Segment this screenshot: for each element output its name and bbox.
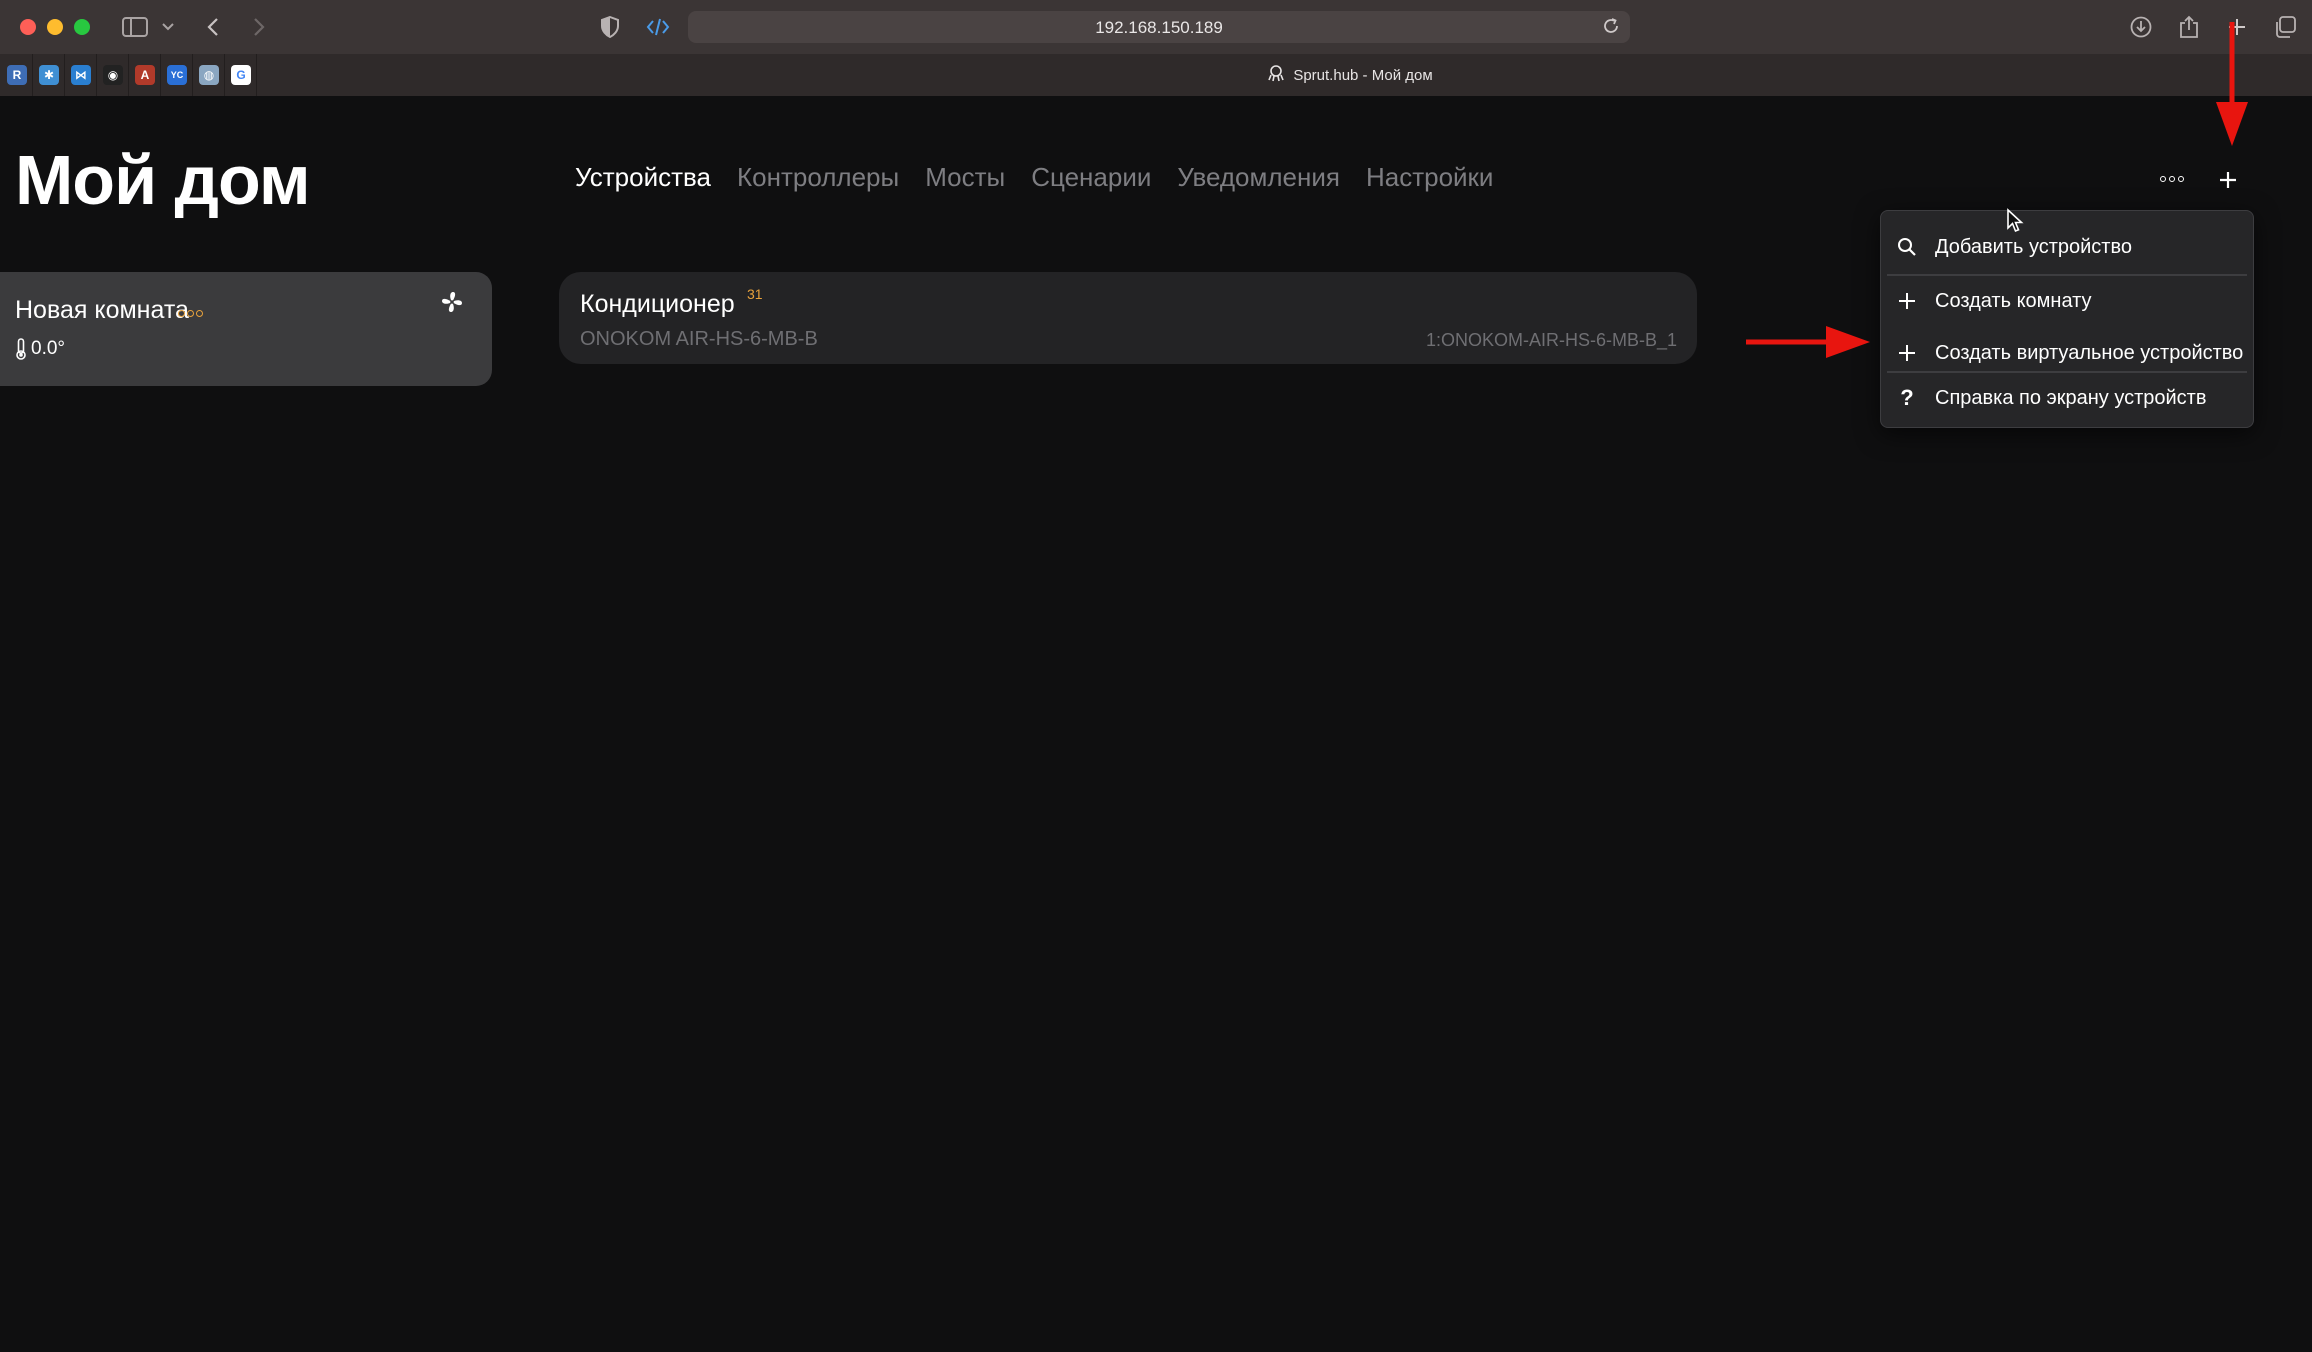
room-temperature: 0.0° <box>15 338 65 360</box>
back-icon[interactable] <box>200 12 226 42</box>
device-model: ONOKOM AIR-HS-6-MB-B <box>580 328 818 350</box>
developer-code-icon[interactable] <box>644 12 672 42</box>
main-nav: Устройства Контроллеры Мосты Сценарии Ув… <box>575 162 1493 193</box>
page-title: Мой дом <box>15 141 311 219</box>
tab-overview-icon[interactable] <box>2272 12 2298 42</box>
pinned-tab[interactable]: ✱ <box>34 54 65 96</box>
device-badge: 31 <box>747 286 763 302</box>
room-name: Новая комната <box>15 296 189 324</box>
globe-app-icon: ◍ <box>199 65 219 85</box>
github-icon: ◉ <box>103 65 123 85</box>
sidebar-toggle-icon[interactable] <box>120 12 150 42</box>
plus-icon <box>1897 292 1917 310</box>
device-id: 1:ONOKOM-AIR-HS-6-MB-B_1 <box>1425 330 1677 350</box>
forward-icon[interactable] <box>246 12 272 42</box>
tab-notifications[interactable]: Уведомления <box>1177 162 1340 193</box>
menu-item-add-device[interactable]: Добавить устройство <box>1881 222 2253 272</box>
add-dropdown-menu: Добавить устройство Создать комнату Созд… <box>1880 210 2254 428</box>
downloads-icon[interactable] <box>2128 12 2154 42</box>
device-card[interactable]: Кондиционер 31 ONOKOM AIR-HS-6-MB-B 1:ON… <box>559 272 1697 364</box>
active-tab-title: Sprut.hub - Мой дом <box>1293 66 1433 84</box>
zoom-window-button[interactable] <box>74 19 90 35</box>
menu-item-help[interactable]: ? Справка по экрану устройств <box>1881 373 2253 423</box>
chevron-down-icon[interactable] <box>158 12 178 42</box>
thermometer-icon <box>16 338 26 360</box>
url-text: 192.168.150.189 <box>1095 18 1223 37</box>
plus-icon <box>1897 344 1917 362</box>
annotation-arrow-down-icon <box>2212 22 2252 155</box>
search-icon <box>1897 237 1917 257</box>
more-dot <box>2169 176 2175 182</box>
room-options-icon[interactable] <box>178 310 203 317</box>
pinned-tab[interactable]: ⋈ <box>66 54 97 96</box>
more-options-button[interactable] <box>2154 166 2190 192</box>
active-tab[interactable]: Sprut.hub - Мой дом <box>1260 54 1440 96</box>
tab-bridges[interactable]: Мосты <box>925 162 1005 193</box>
privacy-shield-icon[interactable] <box>598 12 622 42</box>
mouse-cursor-icon <box>2006 208 2024 239</box>
pinned-tab[interactable]: G <box>226 54 257 96</box>
reload-icon[interactable] <box>1602 17 1620 40</box>
menu-item-create-room[interactable]: Создать комнату <box>1881 276 2253 326</box>
tab-controllers[interactable]: Контроллеры <box>737 162 899 193</box>
browser-toolbar: 192.168.150.189 <box>0 0 2312 54</box>
more-dot <box>2178 176 2184 182</box>
room-temperature-value: 0.0° <box>31 338 66 359</box>
google-icon: G <box>231 65 251 85</box>
share-icon[interactable] <box>2176 12 2202 42</box>
address-bar[interactable]: 192.168.150.189 <box>688 11 1630 43</box>
snowflake-app-icon: ✱ <box>39 65 59 85</box>
minimize-window-button[interactable] <box>47 19 63 35</box>
add-button[interactable] <box>2208 160 2248 200</box>
pinned-tab[interactable]: YC <box>162 54 193 96</box>
octopus-favicon-icon <box>1267 64 1285 86</box>
annotation-arrow-right-icon <box>1746 322 1874 367</box>
pinned-tab[interactable]: ◉ <box>98 54 129 96</box>
pinned-tab[interactable]: A <box>130 54 161 96</box>
tab-strip: R ✱ ⋈ ◉ A YC ◍ G Sprut.hub - Мой дом <box>0 54 2312 96</box>
pinned-tab[interactable]: ◍ <box>194 54 225 96</box>
vscode-icon: ⋈ <box>71 65 91 85</box>
pinned-tab[interactable]: R <box>2 54 33 96</box>
plus-icon <box>2220 172 2236 188</box>
room-card[interactable]: Новая комната 0.0° <box>0 272 492 386</box>
tab-devices[interactable]: Устройства <box>575 162 711 193</box>
fan-icon[interactable] <box>440 290 464 319</box>
close-window-button[interactable] <box>20 19 36 35</box>
device-name: Кондиционер <box>580 290 735 318</box>
ax-app-icon: A <box>135 65 155 85</box>
r-square-icon: R <box>7 65 27 85</box>
question-icon: ? <box>1900 385 1914 410</box>
tab-scenarios[interactable]: Сценарии <box>1031 162 1151 193</box>
yc-icon: YC <box>167 65 187 85</box>
more-dot <box>2160 176 2166 182</box>
tab-settings[interactable]: Настройки <box>1366 162 1494 193</box>
